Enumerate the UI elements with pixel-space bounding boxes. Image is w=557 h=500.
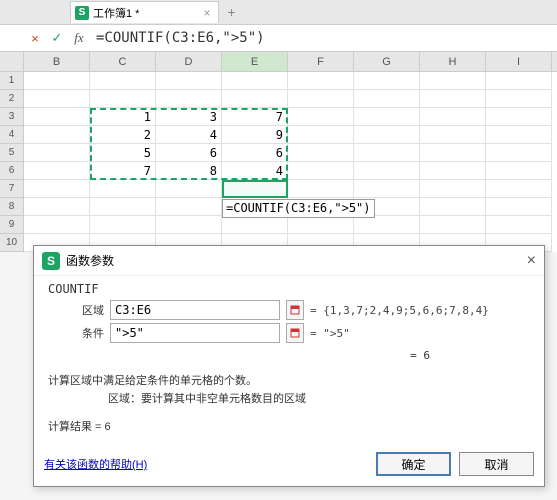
cell[interactable]: 7	[90, 162, 156, 180]
cell[interactable]: 6	[156, 144, 222, 162]
cell[interactable]: 1	[90, 108, 156, 126]
row-header[interactable]: 6	[0, 162, 24, 180]
row-header[interactable]: 3	[0, 108, 24, 126]
row-header[interactable]: 4	[0, 126, 24, 144]
range-picker-button[interactable]	[286, 300, 304, 320]
tab-title: 工作簿1 *	[93, 5, 139, 21]
row-header[interactable]: 9	[0, 216, 24, 234]
cell[interactable]: 3	[156, 108, 222, 126]
column-header[interactable]: B	[24, 52, 90, 71]
ok-button[interactable]: 确定	[376, 452, 451, 476]
formula-overlay: =COUNTIF(C3:E6,">5")	[222, 199, 375, 218]
fx-button[interactable]: fx	[68, 30, 90, 46]
add-tab-button[interactable]: +	[227, 4, 235, 20]
cell[interactable]: 4	[222, 162, 288, 180]
app-icon: S	[42, 252, 60, 270]
column-header[interactable]: G	[354, 52, 420, 71]
dialog-titlebar[interactable]: S 函数参数 ×	[34, 246, 544, 276]
range-picker-button[interactable]	[286, 323, 304, 343]
cancel-formula-button[interactable]: ×	[24, 31, 46, 46]
arg-evaluation: = {1,3,7;2,4,9;5,6,6;7,8,4}	[310, 304, 489, 317]
row-header[interactable]: 7	[0, 180, 24, 198]
help-link[interactable]: 有关该函数的帮助(H)	[44, 456, 147, 472]
function-result-preview: = 6	[48, 349, 530, 362]
row-header[interactable]: 1	[0, 72, 24, 90]
spreadsheet-grid[interactable]: 1 2 3137 4249 5566 6784 7 8 9 10 =COUNTI…	[0, 72, 557, 252]
column-headers: B C D E F G H I	[0, 52, 557, 72]
column-header[interactable]: F	[288, 52, 354, 71]
range-input[interactable]	[110, 300, 280, 320]
close-icon[interactable]: ×	[527, 252, 536, 270]
column-header[interactable]: I	[486, 52, 552, 71]
row-header[interactable]: 2	[0, 90, 24, 108]
function-description: 计算区域中满足给定条件的单元格的个数。	[48, 372, 530, 388]
calculation-result: 计算结果 = 6	[48, 418, 530, 434]
dialog-title: 函数参数	[66, 252, 114, 269]
cell[interactable]: 7	[222, 108, 288, 126]
formula-input[interactable]: =COUNTIF(C3:E6,">5")	[90, 30, 557, 46]
cell[interactable]: 4	[156, 126, 222, 144]
function-arguments-dialog: S 函数参数 × COUNTIF 区域 = {1,3,7;2,4,9;5,6,6…	[33, 245, 545, 487]
arg-label: 区域	[48, 302, 104, 318]
cell[interactable]: 9	[222, 126, 288, 144]
column-header[interactable]: D	[156, 52, 222, 71]
tab-bar: S 工作簿1 * × +	[0, 0, 557, 25]
column-header[interactable]: C	[90, 52, 156, 71]
range-picker-icon	[290, 328, 300, 338]
range-picker-icon	[290, 305, 300, 315]
spreadsheet-icon: S	[75, 6, 89, 20]
arg-label: 条件	[48, 325, 104, 341]
column-header[interactable]: H	[420, 52, 486, 71]
workbook-tab[interactable]: S 工作簿1 * ×	[70, 1, 219, 23]
function-name: COUNTIF	[48, 282, 530, 296]
row-header[interactable]: 5	[0, 144, 24, 162]
column-header[interactable]: E	[222, 52, 288, 71]
criteria-input[interactable]	[110, 323, 280, 343]
select-all-corner[interactable]	[0, 52, 24, 71]
formula-bar: × ✓ fx =COUNTIF(C3:E6,">5")	[0, 25, 557, 52]
cancel-button[interactable]: 取消	[459, 452, 534, 476]
cell[interactable]: 8	[156, 162, 222, 180]
argument-description: 区域：要计算其中非空单元格数目的区域	[108, 390, 530, 406]
confirm-formula-button[interactable]: ✓	[46, 30, 68, 46]
cell[interactable]: 2	[90, 126, 156, 144]
close-icon[interactable]: ×	[203, 6, 210, 20]
row-header[interactable]: 8	[0, 198, 24, 216]
row-header[interactable]: 10	[0, 234, 24, 252]
cell[interactable]: 6	[222, 144, 288, 162]
arg-evaluation: = ">5"	[310, 327, 350, 340]
cell[interactable]: 5	[90, 144, 156, 162]
